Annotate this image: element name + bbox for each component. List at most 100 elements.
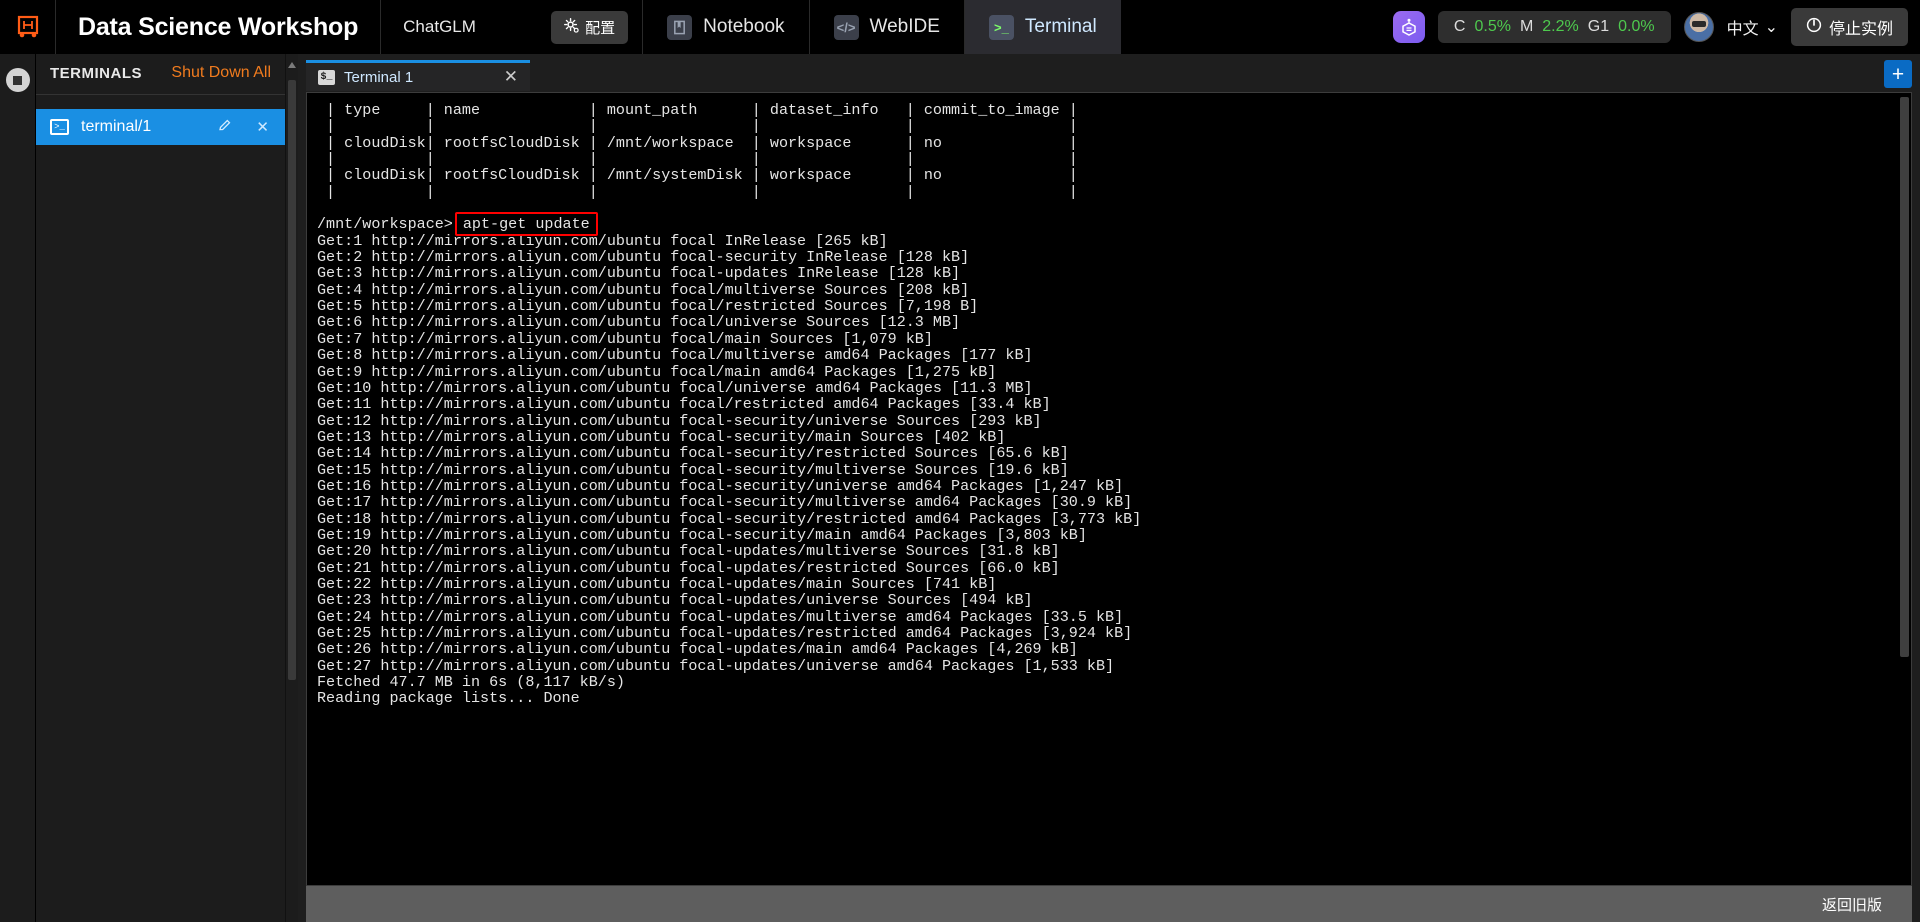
chevron-down-icon: ⌄ bbox=[1764, 19, 1778, 36]
terminal-line: Fetched 47.7 MB in 6s (8,117 kB/s) bbox=[317, 673, 625, 692]
project-name: ChatGLM bbox=[403, 17, 476, 36]
terminal-tabbar: $_ Terminal 1 ✕ + bbox=[306, 60, 1912, 92]
terminal-main-panel: $_ Terminal 1 ✕ + | type | name | mount_… bbox=[298, 54, 1920, 922]
sidebar-item-terminal-1[interactable]: >_ terminal/1 ✕ bbox=[36, 109, 285, 145]
sidebar-scrollbar[interactable] bbox=[286, 54, 298, 922]
resource-metrics: C 0.5% M 2.2% G1 0.0% bbox=[1437, 11, 1671, 43]
gear-icon bbox=[564, 17, 579, 37]
terminal-line: Get:27 http://mirrors.aliyun.com/ubuntu … bbox=[317, 656, 1115, 675]
terminal-line: | | | | | | bbox=[317, 182, 1078, 201]
terminal-line: Get:9 http://mirrors.aliyun.com/ubuntu f… bbox=[317, 362, 997, 381]
terminal-line: Get:8 http://mirrors.aliyun.com/ubuntu f… bbox=[317, 346, 1033, 365]
metric-mem-value: 2.2% bbox=[1542, 18, 1579, 35]
sidebar-scroll-thumb[interactable] bbox=[288, 80, 296, 680]
terminal-line: Get:6 http://mirrors.aliyun.com/ubuntu f… bbox=[317, 313, 961, 332]
power-icon bbox=[1806, 17, 1822, 38]
shut-down-all-button[interactable]: Shut Down All bbox=[171, 64, 271, 82]
avatar[interactable] bbox=[1683, 12, 1714, 42]
nav-tab-webide-label: WebIDE bbox=[869, 16, 940, 37]
terminal-output[interactable]: | type | name | mount_path | dataset_inf… bbox=[307, 93, 1897, 885]
tab-terminal-1[interactable]: $_ Terminal 1 ✕ bbox=[306, 60, 530, 91]
nav-tab-terminal[interactable]: >_ Terminal bbox=[963, 0, 1121, 54]
stop-record-icon[interactable] bbox=[5, 68, 30, 92]
app-logo-icon bbox=[15, 14, 41, 40]
nav-tab-notebook[interactable]: Notebook bbox=[642, 0, 808, 54]
code-icon: </> bbox=[833, 14, 859, 40]
terminal-prompt-icon: >_ bbox=[988, 14, 1014, 40]
terminal-line: | | | | | | bbox=[317, 150, 1078, 169]
language-selector[interactable]: 中文 ⌄ bbox=[1727, 15, 1778, 39]
terminal-line: Get:7 http://mirrors.aliyun.com/ubuntu f… bbox=[317, 329, 933, 348]
terminal-icon: >_ bbox=[50, 119, 69, 135]
sidebar-item-label: terminal/1 bbox=[81, 118, 152, 135]
terminal-prompt-line: /mnt/workspace> apt-get update bbox=[317, 212, 1897, 237]
terminals-sidebar: TERMINALS Shut Down All >_ terminal/1 ✕ bbox=[36, 54, 286, 922]
terminal-line: | cloudDisk| rootfsCloudDisk | /mnt/work… bbox=[317, 133, 1078, 152]
terminal-line: Get:26 http://mirrors.aliyun.com/ubuntu … bbox=[317, 640, 1078, 659]
terminal-line: Get:18 http://mirrors.aliyun.com/ubuntu … bbox=[317, 509, 1142, 528]
stop-instance-label: 停止实例 bbox=[1828, 21, 1893, 38]
terminal-surface[interactable]: | type | name | mount_path | dataset_inf… bbox=[306, 92, 1912, 886]
body-row: TERMINALS Shut Down All >_ terminal/1 ✕ … bbox=[0, 54, 1920, 922]
highlighted-command: apt-get update bbox=[454, 212, 598, 237]
metric-gpu-value: 0.0% bbox=[1618, 18, 1655, 35]
terminal-line: Get:5 http://mirrors.aliyun.com/ubuntu f… bbox=[317, 297, 979, 316]
metric-cpu-value: 0.5% bbox=[1474, 18, 1511, 35]
terminal-line: Get:19 http://mirrors.aliyun.com/ubuntu … bbox=[317, 525, 1087, 544]
terminal-line: | cloudDisk| rootfsCloudDisk | /mnt/syst… bbox=[317, 166, 1078, 185]
terminal-line: Get:16 http://mirrors.aliyun.com/ubuntu … bbox=[317, 476, 1124, 495]
pencil-icon[interactable] bbox=[212, 118, 238, 136]
add-terminal-button[interactable]: + bbox=[1884, 60, 1912, 88]
ai-assistant-icon[interactable] bbox=[1392, 11, 1425, 43]
nav-tab-webide[interactable]: </> WebIDE bbox=[808, 0, 964, 54]
config-button[interactable]: 配置 bbox=[551, 10, 629, 44]
app-header: Data Science Workshop ChatGLM 配置 Noteboo… bbox=[0, 0, 1920, 54]
terminal-line: Get:24 http://mirrors.aliyun.com/ubuntu … bbox=[317, 607, 1124, 626]
terminal-prompt: /mnt/workspace> bbox=[317, 215, 453, 234]
terminal-scrollbar[interactable] bbox=[1897, 93, 1911, 885]
language-label: 中文 bbox=[1726, 21, 1759, 38]
bottom-wrap: 返回旧版 bbox=[306, 886, 1912, 922]
statusbar: 返回旧版 bbox=[306, 886, 1912, 922]
terminal-line: Get:2 http://mirrors.aliyun.com/ubuntu f… bbox=[317, 248, 970, 267]
terminal-line: | | | | | | bbox=[317, 117, 1078, 136]
terminal-line: Get:13 http://mirrors.aliyun.com/ubuntu … bbox=[317, 427, 1006, 446]
terminal-line: Get:23 http://mirrors.aliyun.com/ubuntu … bbox=[317, 591, 1033, 610]
terminal-line: Get:25 http://mirrors.aliyun.com/ubuntu … bbox=[317, 624, 1133, 642]
terminal-line: Get:21 http://mirrors.aliyun.com/ubuntu … bbox=[317, 558, 1060, 577]
config-wrapper: 配置 bbox=[551, 0, 642, 54]
page-title: Data Science Workshop bbox=[56, 0, 382, 54]
terminal-line: Get:12 http://mirrors.aliyun.com/ubuntu … bbox=[317, 411, 1042, 430]
terminal-line: Get:10 http://mirrors.aliyun.com/ubuntu … bbox=[317, 378, 1033, 397]
close-icon[interactable]: ✕ bbox=[250, 118, 275, 136]
close-icon[interactable]: ✕ bbox=[504, 67, 518, 87]
metric-gpu-key: G1 bbox=[1587, 18, 1610, 35]
config-button-label: 配置 bbox=[585, 19, 616, 37]
notebook-icon bbox=[667, 14, 693, 40]
stop-instance-button[interactable]: 停止实例 bbox=[1790, 8, 1908, 46]
return-to-legacy-link[interactable]: 返回旧版 bbox=[1822, 894, 1882, 915]
terminal-line: | type | name | mount_path | dataset_inf… bbox=[317, 101, 1078, 119]
scroll-up-arrow-icon bbox=[288, 62, 296, 68]
header-spacer bbox=[1121, 0, 1393, 54]
logo-cell[interactable] bbox=[0, 0, 56, 54]
shell-icon: $_ bbox=[318, 69, 335, 85]
terminal-line: Get:15 http://mirrors.aliyun.com/ubuntu … bbox=[317, 460, 1069, 479]
terminal-line: Get:14 http://mirrors.aliyun.com/ubuntu … bbox=[317, 444, 1069, 463]
metric-cpu-key: C bbox=[1453, 18, 1466, 35]
nav-tab-terminal-label: Terminal bbox=[1024, 16, 1097, 37]
terminal-line: Get:22 http://mirrors.aliyun.com/ubuntu … bbox=[317, 574, 997, 593]
terminal-line: Get:17 http://mirrors.aliyun.com/ubuntu … bbox=[317, 493, 1133, 512]
terminal-scroll-thumb[interactable] bbox=[1900, 97, 1909, 657]
sidebar-header: TERMINALS Shut Down All bbox=[36, 54, 285, 95]
tab-terminal-1-label: Terminal 1 bbox=[344, 68, 414, 86]
sidebar-title: TERMINALS bbox=[50, 64, 142, 82]
terminal-line: Get:11 http://mirrors.aliyun.com/ubuntu … bbox=[317, 395, 1051, 414]
terminal-line: Get:3 http://mirrors.aliyun.com/ubuntu f… bbox=[317, 264, 961, 283]
terminal-line: Get:4 http://mirrors.aliyun.com/ubuntu f… bbox=[317, 280, 970, 299]
header-right-group: C 0.5% M 2.2% G1 0.0% 中文 ⌄ 停止实例 bbox=[1392, 0, 1920, 54]
terminal-line: Get:20 http://mirrors.aliyun.com/ubuntu … bbox=[317, 542, 1060, 561]
terminal-line: Reading package lists... Done bbox=[317, 689, 580, 708]
left-rail bbox=[0, 54, 36, 922]
nav-tab-notebook-label: Notebook bbox=[703, 16, 785, 37]
